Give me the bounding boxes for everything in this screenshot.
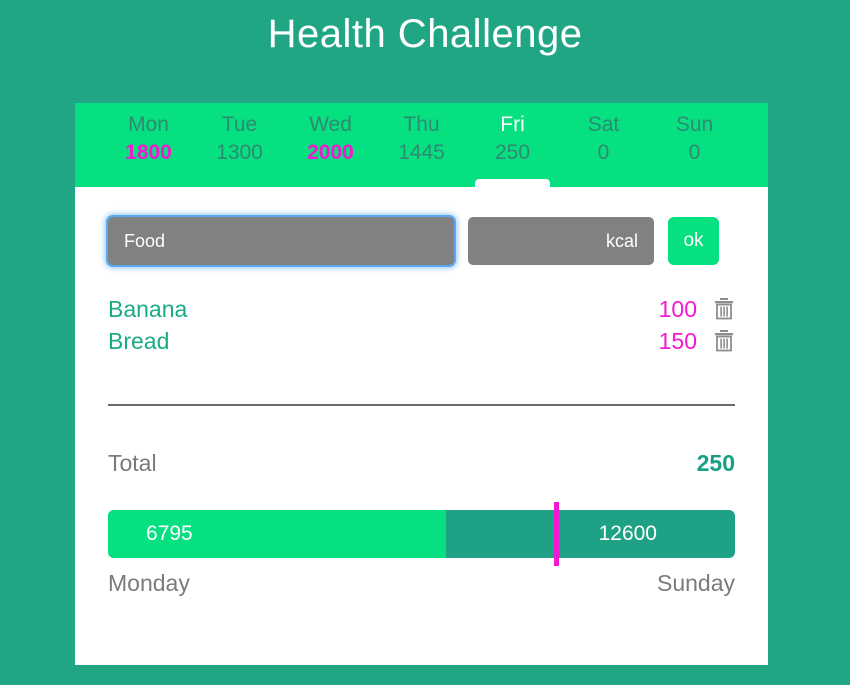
tab-day-label: Fri [500, 113, 525, 136]
total-row: Total 250 [108, 450, 735, 477]
total-value: 250 [696, 450, 735, 476]
progress-goal-value: 12600 [598, 522, 657, 545]
tab-wed[interactable]: Wed 2000 [285, 103, 376, 187]
food-name: Banana [108, 295, 188, 322]
food-input[interactable] [108, 217, 454, 265]
main-card: Mon 1800 Tue 1300 Wed 2000 Thu 1445 Fri … [75, 103, 768, 665]
week-range-labels: Monday Sunday [108, 570, 735, 597]
kcal-input[interactable] [468, 217, 654, 265]
tab-day-value: 0 [688, 141, 701, 164]
food-kcal: 150 [658, 327, 697, 354]
tab-tue[interactable]: Tue 1300 [194, 103, 285, 187]
tab-day-value: 2000 [307, 141, 354, 164]
tab-day-value: 1300 [216, 141, 263, 164]
tab-day-label: Tue [221, 113, 258, 136]
tab-day-label: Thu [403, 113, 440, 136]
progress-marker [553, 502, 559, 566]
list-item: Banana 100 [108, 293, 735, 325]
week-end-label: Sunday [656, 570, 735, 596]
ok-button[interactable]: ok [668, 217, 719, 265]
food-name: Bread [108, 327, 170, 354]
tab-fri[interactable]: Fri 250 [467, 103, 558, 187]
food-kcal: 100 [658, 295, 697, 322]
page-title: Health Challenge [267, 12, 583, 56]
card-body: ok Banana 100 Bread [75, 187, 768, 665]
total-label: Total [108, 450, 157, 476]
list-item: Bread 150 [108, 325, 735, 357]
tab-thu[interactable]: Thu 1445 [376, 103, 467, 187]
tab-day-label: Sat [587, 113, 620, 136]
tab-day-label: Wed [309, 113, 352, 136]
food-entry-row: ok [108, 217, 735, 265]
tab-day-value: 1445 [398, 141, 445, 164]
tab-day-value: 1800 [125, 141, 172, 164]
trash-icon[interactable] [697, 297, 735, 321]
trash-icon[interactable] [697, 329, 735, 353]
progress-current-value: 6795 [146, 522, 193, 545]
tab-sat[interactable]: Sat 0 [558, 103, 649, 187]
tab-mon[interactable]: Mon 1800 [103, 103, 194, 187]
tab-day-label: Mon [128, 113, 169, 136]
tab-sun[interactable]: Sun 0 [649, 103, 740, 187]
tab-day-value: 0 [597, 141, 610, 164]
food-list: Banana 100 Bread 150 [108, 293, 735, 357]
progress-bar[interactable]: 6795 12600 [108, 510, 735, 558]
tab-day-label: Sun [675, 113, 714, 136]
week-progress: 6795 12600 [108, 502, 735, 566]
day-tabs: Mon 1800 Tue 1300 Wed 2000 Thu 1445 Fri … [75, 103, 768, 187]
section-divider [108, 404, 735, 406]
tab-day-value: 250 [494, 141, 531, 164]
week-start-label: Monday [108, 570, 190, 596]
